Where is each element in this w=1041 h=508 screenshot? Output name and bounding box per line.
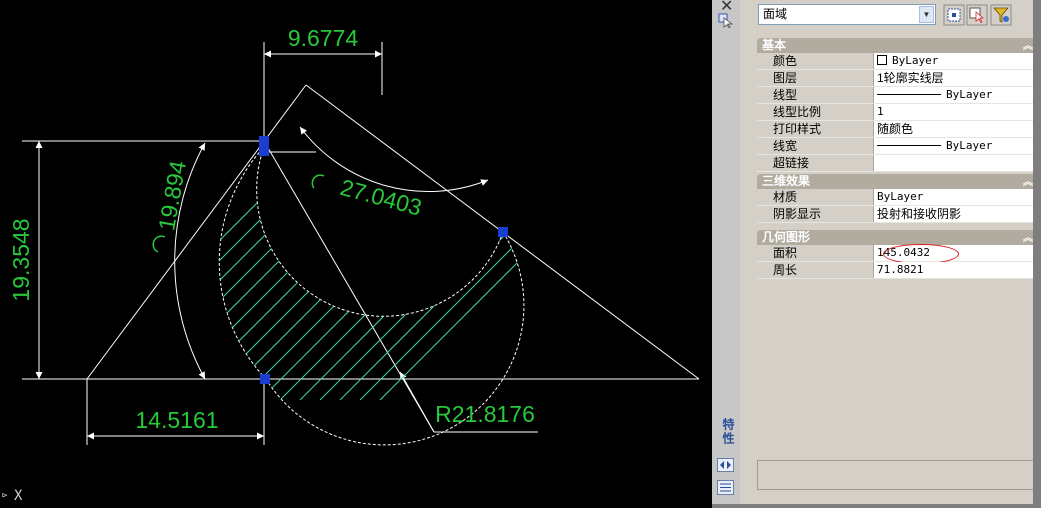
dim-radius: R21.8176: [435, 401, 535, 427]
quick-select-filter-icon[interactable]: [990, 4, 1012, 26]
area-highlight-circle: [883, 244, 959, 264]
section-geometry: 几何图形 ︽ 面积 145.0432 周长 71.8821: [757, 230, 1041, 279]
extension-lines: [22, 42, 538, 445]
palette-title-strip[interactable]: ✕ 特性: [712, 0, 741, 504]
prop-row-lineweight[interactable]: 线宽 ByLayer: [757, 138, 1041, 155]
section-general-header[interactable]: 基本 ︽: [757, 38, 1041, 53]
auto-hide-icon[interactable]: [717, 458, 734, 472]
grips: [259, 136, 508, 384]
prop-row-color[interactable]: 颜色 ByLayer: [757, 53, 1041, 70]
dim-top-width: 9.6774: [288, 25, 359, 51]
collapse-icon[interactable]: ︽: [1023, 39, 1033, 54]
grip-bottom[interactable]: [260, 374, 270, 384]
axis-arrow-icon: ⊳: [2, 491, 8, 501]
dim-left-height: 19.3548: [8, 218, 34, 301]
collapse-icon[interactable]: ︽: [1023, 175, 1033, 190]
object-type-select[interactable]: 面域 ▼: [758, 4, 936, 25]
linetype-preview-icon: [877, 94, 941, 95]
grip-top[interactable]: [259, 136, 269, 156]
chevron-down-icon[interactable]: ▼: [919, 6, 934, 23]
palette-body: 面域 ▼ 基本 ︽ 颜色 ByLayer 图层 1轮廓实线层 线型 ByLaye…: [740, 0, 1041, 504]
coordinate-axis-label: ⊳ X: [2, 488, 23, 504]
section-geometry-header[interactable]: 几何图形 ︽: [757, 230, 1041, 245]
prop-row-layer[interactable]: 图层 1轮廓实线层: [757, 70, 1041, 87]
dim-arc-angle: 27.0403: [338, 174, 425, 221]
drawing-svg[interactable]: 9.6774 19.3548 19.894 27.0403 14.5161 R2…: [0, 0, 712, 508]
toggle-pickadd-icon[interactable]: [943, 4, 965, 26]
color-swatch-icon: [877, 55, 887, 65]
section-3d-effects: 三维效果 ︽ 材质 ByLayer 阴影显示 投射和接收阴影: [757, 174, 1041, 223]
dim-left-angle: 19.894: [153, 159, 191, 233]
palette-title: 特性: [721, 418, 735, 446]
prop-row-perimeter[interactable]: 周长 71.8821: [757, 262, 1041, 279]
prop-row-hyperlink[interactable]: 超链接: [757, 155, 1041, 172]
prop-row-plot-style[interactable]: 打印样式 随颜色: [757, 121, 1041, 138]
section-3d-header[interactable]: 三维效果 ︽: [757, 174, 1041, 189]
prop-row-linetype-scale[interactable]: 线型比例 1: [757, 104, 1041, 121]
properties-palette: ✕ 特性 面域 ▼ 基本 ︽ 颜色 ByLayer 图层 1轮廓实线层 线型 B…: [712, 0, 1041, 508]
dim-bottom-width: 14.5161: [135, 407, 218, 433]
object-type-value: 面域: [763, 7, 788, 21]
region-hatch: [219, 147, 524, 401]
select-objects-icon[interactable]: [966, 4, 988, 26]
lineweight-preview-icon: [877, 145, 941, 146]
prop-row-linetype[interactable]: 线型 ByLayer: [757, 87, 1041, 104]
prop-row-material[interactable]: 材质 ByLayer: [757, 189, 1041, 206]
properties-menu-icon[interactable]: [717, 480, 734, 495]
quick-select-icon[interactable]: [718, 12, 734, 28]
grip-right[interactable]: [498, 227, 508, 237]
collapse-icon[interactable]: ︽: [1023, 231, 1033, 246]
drawing-canvas[interactable]: 9.6774 19.3548 19.894 27.0403 14.5161 R2…: [0, 0, 712, 508]
section-general: 基本 ︽ 颜色 ByLayer 图层 1轮廓实线层 线型 ByLayer 线型比…: [757, 38, 1041, 172]
prop-row-area[interactable]: 面积 145.0432: [757, 244, 1041, 264]
description-panel: [757, 460, 1041, 490]
palette-right-edge: [1033, 0, 1041, 508]
prop-row-shadow-display[interactable]: 阴影显示 投射和接收阴影: [757, 206, 1041, 223]
